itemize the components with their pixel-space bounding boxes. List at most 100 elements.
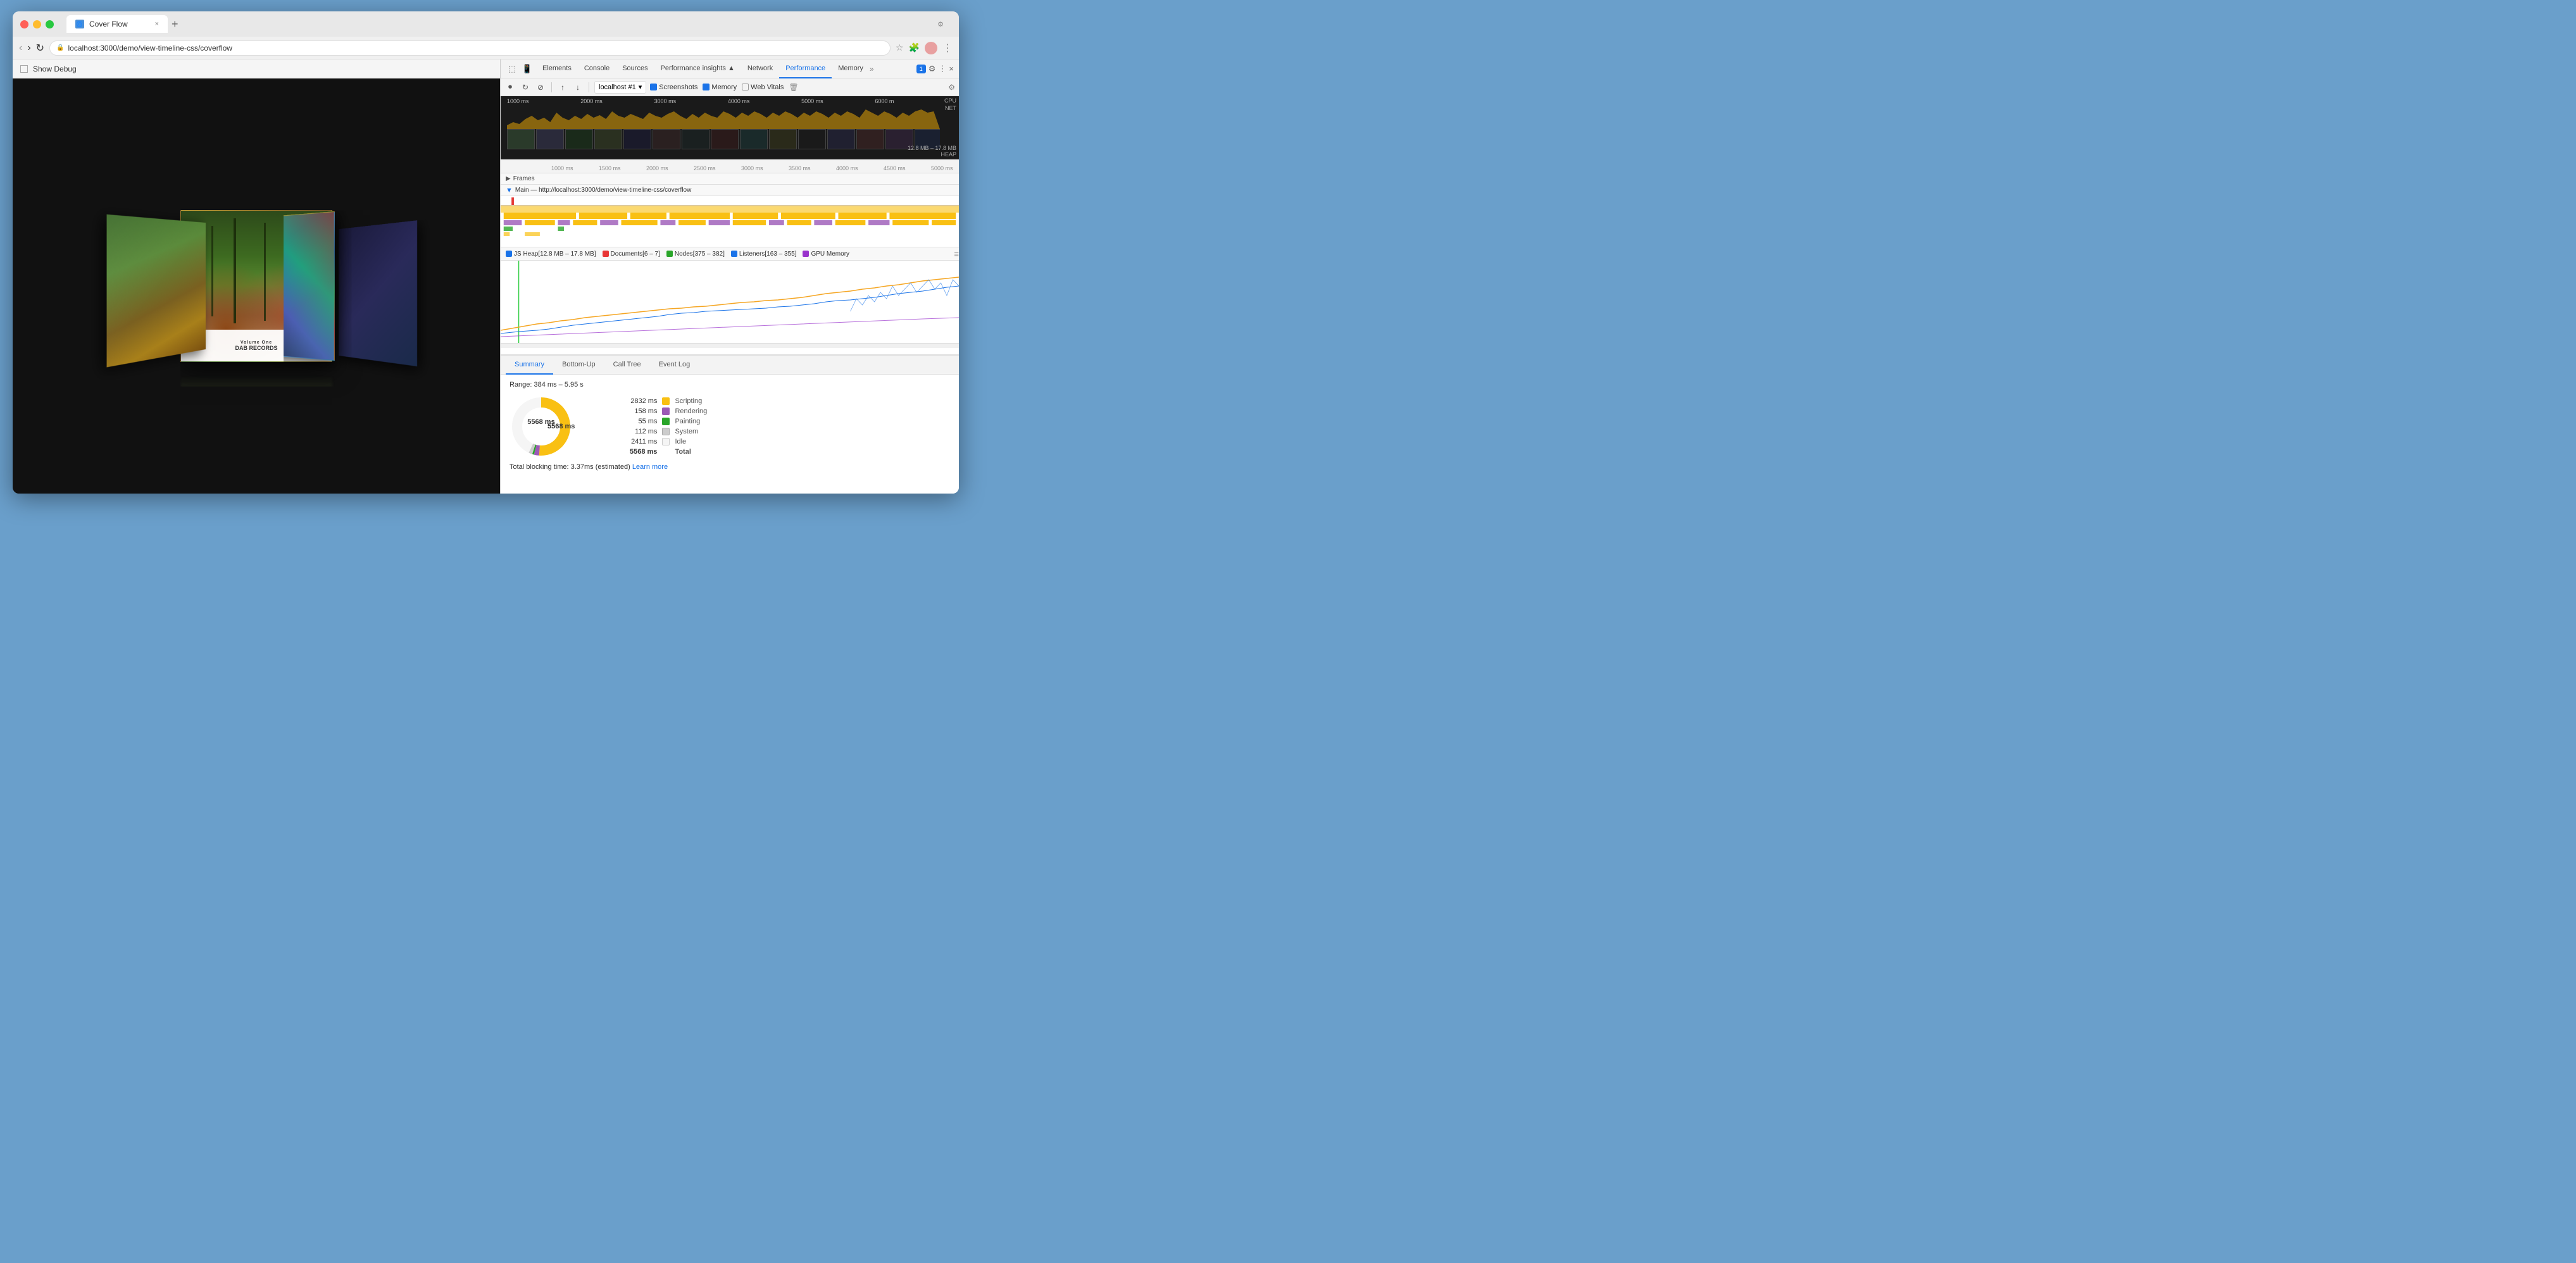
- frames-label: Frames: [513, 175, 535, 182]
- minimize-traffic-light[interactable]: [33, 20, 41, 28]
- legend-painting: 55 ms Painting: [625, 418, 707, 425]
- devtools-right-icons: 1 ⚙ ⋮ ×: [916, 64, 954, 74]
- devtools-more-button[interactable]: ⋮: [938, 64, 946, 74]
- screenshot-thumb[interactable]: [536, 129, 564, 149]
- tab-memory[interactable]: Memory: [832, 59, 870, 78]
- memory-check[interactable]: Memory: [703, 84, 737, 91]
- web-vitals-checkbox[interactable]: [742, 84, 749, 90]
- js-heap-check[interactable]: JS Heap[12.8 MB – 17.8 MB]: [506, 251, 596, 258]
- forward-button[interactable]: ›: [27, 42, 30, 54]
- screenshot-thumb[interactable]: [623, 129, 651, 149]
- back-button[interactable]: ‹: [19, 42, 22, 54]
- devtools-tabs: Elements Console Sources Performance ins…: [536, 59, 914, 78]
- trash-button[interactable]: 🗑: [789, 83, 798, 92]
- screenshot-thumb[interactable]: [682, 129, 710, 149]
- idle-dot: [662, 438, 670, 445]
- flame-chart[interactable]: [501, 196, 959, 247]
- tab-close-button[interactable]: ×: [155, 20, 159, 28]
- listeners-check[interactable]: Listeners[163 – 355]: [731, 251, 797, 258]
- download-button[interactable]: ↓: [572, 82, 584, 93]
- address-bar[interactable]: 🔒 localhost:3000/demo/view-timeline-css/…: [49, 40, 891, 56]
- tab-call-tree[interactable]: Call Tree: [604, 356, 650, 375]
- legend-total: 5568 ms Total: [625, 448, 707, 456]
- new-tab-button[interactable]: +: [172, 18, 178, 31]
- tab-perf-insights[interactable]: Performance insights ▲: [654, 59, 741, 78]
- profile-icon[interactable]: [925, 42, 937, 54]
- device-toolbar-button[interactable]: 📱: [521, 63, 534, 75]
- screenshot-thumb[interactable]: [507, 129, 535, 149]
- js-heap-label: JS Heap[12.8 MB – 17.8 MB]: [514, 251, 596, 258]
- devtools-close-button[interactable]: ×: [949, 64, 954, 73]
- tab-title: Cover Flow: [89, 20, 150, 28]
- listeners-label: Listeners[163 – 355]: [739, 251, 797, 258]
- record-button[interactable]: ⏺: [504, 82, 516, 93]
- settings-button[interactable]: ⚙: [948, 83, 955, 92]
- horizontal-scrollbar[interactable]: [501, 343, 959, 348]
- screenshot-thumb[interactable]: [798, 129, 826, 149]
- screenshots-label: Screenshots: [659, 84, 697, 91]
- summary-row: 5568 ms 5568 ms 2832 ms Scripting: [510, 395, 950, 458]
- maximize-traffic-light[interactable]: [46, 20, 54, 28]
- screenshot-thumb[interactable]: [594, 129, 622, 149]
- inspect-element-button[interactable]: ⬚: [506, 63, 518, 75]
- nodes-dot: [666, 251, 673, 257]
- documents-check[interactable]: Documents[6 – 7]: [603, 251, 660, 258]
- tab-network[interactable]: Network: [741, 59, 779, 78]
- close-traffic-light[interactable]: [20, 20, 28, 28]
- screenshot-thumb[interactable]: [769, 129, 797, 149]
- memory-chart[interactable]: [501, 261, 959, 343]
- clear-button[interactable]: ⊘: [535, 82, 546, 93]
- album-right2: [339, 220, 417, 366]
- screenshot-thumb[interactable]: [856, 129, 884, 149]
- notification-badge: 1: [916, 65, 926, 73]
- upload-button[interactable]: ↑: [557, 82, 568, 93]
- reload-record-button[interactable]: ↻: [520, 82, 531, 93]
- web-vitals-check[interactable]: Web Vitals: [742, 84, 784, 91]
- screenshot-thumb[interactable]: [653, 129, 680, 149]
- bottom-tabs: Summary Bottom-Up Call Tree Event Log: [501, 356, 959, 375]
- tab-elements[interactable]: Elements: [536, 59, 578, 78]
- debug-label: Show Debug: [33, 65, 77, 73]
- screenshots-checkbox[interactable]: [650, 84, 657, 90]
- frames-expand-icon[interactable]: ▶: [506, 175, 511, 182]
- frames-row: ▶ Frames: [501, 173, 959, 185]
- gpu-memory-check[interactable]: GPU Memory: [803, 251, 849, 258]
- extensions-icon[interactable]: ⚙: [937, 20, 944, 28]
- tab-summary[interactable]: Summary: [506, 356, 553, 375]
- screenshot-thumb[interactable]: [711, 129, 739, 149]
- reload-button[interactable]: ↻: [36, 42, 44, 54]
- tab-event-log[interactable]: Event Log: [650, 356, 699, 375]
- tab-sources[interactable]: Sources: [616, 59, 654, 78]
- total-blocking-text: Total blocking time: 3.37ms (estimated): [510, 463, 630, 471]
- tab-console[interactable]: Console: [578, 59, 616, 78]
- event-log-tab-label: Event Log: [659, 361, 691, 368]
- tab-area: 🌀 Cover Flow × +: [66, 15, 932, 33]
- browser-tab[interactable]: 🌀 Cover Flow ×: [66, 15, 168, 33]
- screenshot-thumb[interactable]: [827, 129, 855, 149]
- legend-idle: 2411 ms Idle: [625, 438, 707, 445]
- learn-more-link[interactable]: Learn more: [632, 463, 668, 471]
- screenshot-thumb[interactable]: [565, 129, 593, 149]
- screenshots-check[interactable]: Screenshots: [650, 84, 697, 91]
- screenshot-thumb[interactable]: [740, 129, 768, 149]
- scripting-dot: [662, 397, 670, 405]
- devtools-settings-button[interactable]: ⚙: [928, 64, 936, 74]
- memory-checkbox[interactable]: [703, 84, 710, 90]
- separator: [551, 82, 552, 92]
- tab-bottom-up[interactable]: Bottom-Up: [553, 356, 604, 375]
- scripting-label: Scripting: [675, 397, 702, 405]
- nodes-check[interactable]: Nodes[375 – 382]: [666, 251, 725, 258]
- extension-icon[interactable]: 🧩: [909, 42, 920, 53]
- bookmark-icon[interactable]: ☆: [896, 42, 904, 53]
- menu-icon[interactable]: ⋮: [942, 42, 953, 54]
- album-left: [107, 215, 206, 368]
- main-thread-expand-icon[interactable]: ▼: [506, 187, 513, 194]
- summary-legend: 2832 ms Scripting 158 ms Rendering 55 ms: [625, 397, 707, 456]
- legend-system: 112 ms System: [625, 428, 707, 435]
- url-selector[interactable]: localhost #1 ▾: [594, 81, 646, 94]
- debug-checkbox[interactable]: [20, 65, 28, 73]
- ruler-tick: 3000 ms: [741, 165, 763, 171]
- tab-performance[interactable]: Performance: [779, 59, 832, 78]
- webpage-topbar: Show Debug: [13, 59, 500, 78]
- more-tabs-button[interactable]: »: [870, 65, 874, 73]
